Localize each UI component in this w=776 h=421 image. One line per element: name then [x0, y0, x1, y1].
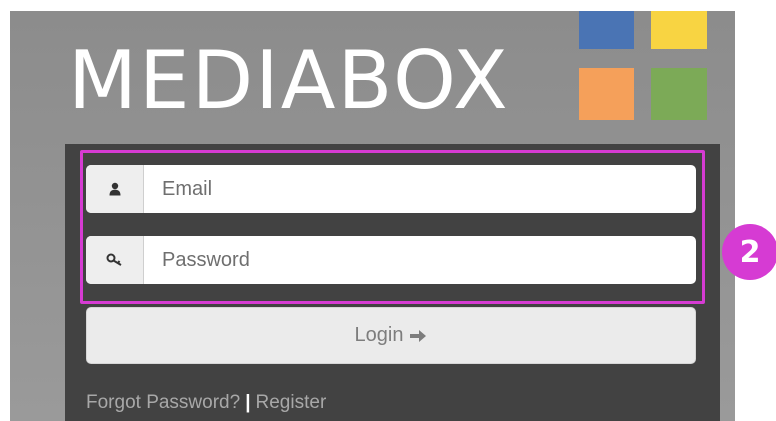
login-button[interactable]: Login — [86, 307, 696, 364]
footer-links: Forgot Password? | Register — [86, 392, 326, 414]
logo-square-orange — [579, 68, 634, 120]
forgot-password-link[interactable]: Forgot Password? — [86, 392, 240, 413]
login-button-label: Login — [354, 324, 404, 346]
logo-square-blue — [579, 11, 634, 49]
login-screen: MEDIABOX Login Forgot Password? — [10, 11, 735, 421]
logo-wordmark: MEDIABOX — [68, 34, 510, 127]
logo-square-green — [651, 68, 707, 120]
link-separator: | — [245, 392, 251, 413]
logo-square-yellow — [651, 11, 707, 49]
arrow-right-icon — [410, 329, 427, 342]
step-badge: 2 — [722, 224, 776, 280]
annotation-highlight-box — [80, 150, 705, 304]
register-link[interactable]: Register — [256, 392, 327, 413]
